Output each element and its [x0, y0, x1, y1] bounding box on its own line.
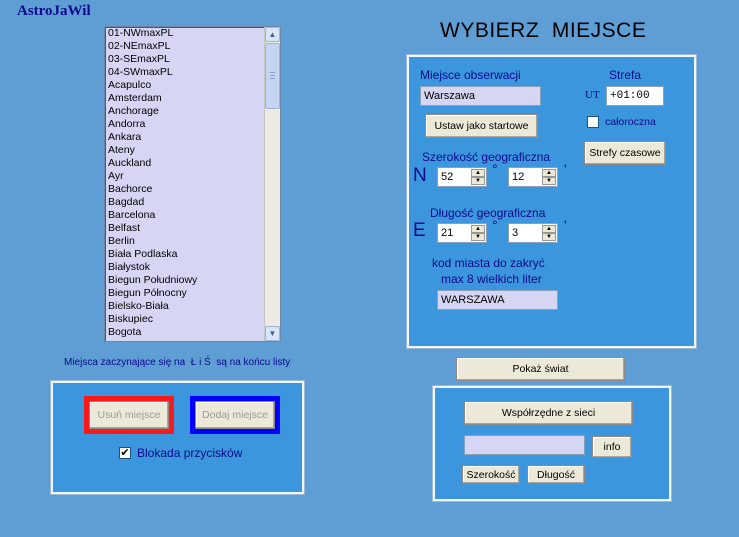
scroll-down-icon[interactable]: ▼	[265, 326, 280, 341]
list-item[interactable]: Biegun Północny	[108, 287, 280, 300]
list-item[interactable]: Acapulco	[108, 79, 280, 92]
lock-buttons-checkbox[interactable]: ✔	[119, 447, 131, 459]
set-start-button[interactable]: Ustaw jako startowe	[425, 114, 538, 138]
list-item[interactable]: 02-NEmaxPL	[108, 40, 280, 53]
list-item[interactable]: Bachorce	[108, 183, 280, 196]
list-scrollbar[interactable]: ▲ ▼	[264, 27, 280, 341]
latitude-degrees-stepper[interactable]: 52 ▲ ▼	[437, 167, 487, 187]
latitude-fetch-button[interactable]: Szerokość	[462, 465, 520, 484]
lock-row: ✔ Blokada przycisków	[119, 446, 242, 460]
list-note-prefix: Miejsca zaczynające się na	[64, 357, 186, 368]
list-controls-panel: Usuń miejsce Dodaj miejsce ✔ Blokada prz…	[51, 381, 304, 494]
place-list-items: 01-NWmaxPL 02-NEmaxPL 03-SEmaxPL 04-SWmaxPL…	[105, 27, 280, 339]
longitude-minutes-stepper[interactable]: 3 ▲ ▼	[508, 223, 558, 243]
ut-label: UT	[585, 89, 600, 101]
scroll-up-icon[interactable]: ▲	[265, 27, 280, 42]
spin-up-icon[interactable]: ▲	[471, 169, 485, 177]
list-item[interactable]: Amsterdam	[108, 92, 280, 105]
info-button[interactable]: info	[592, 436, 632, 458]
city-code-input[interactable]: WARSZAWA	[437, 290, 558, 310]
list-item[interactable]: Andorra	[108, 118, 280, 131]
spin-up-icon[interactable]: ▲	[471, 225, 485, 233]
spin-down-icon[interactable]: ▼	[471, 177, 485, 185]
list-item[interactable]: Auckland	[108, 157, 280, 170]
spin-down-icon[interactable]: ▼	[542, 233, 556, 241]
latitude-label: Szerokość geograficzna	[422, 150, 551, 164]
list-item[interactable]: Biegun Południowy	[108, 274, 280, 287]
add-place-button[interactable]: Dodaj miejsce	[195, 401, 275, 429]
list-note-suffix: są na końcu listy	[216, 357, 291, 368]
list-item[interactable]: Barcelona	[108, 209, 280, 222]
list-item[interactable]: Biskupiec	[108, 313, 280, 326]
list-item[interactable]: Anchorage	[108, 105, 280, 118]
remove-button-frame: Usuń miejsce	[84, 396, 174, 434]
list-note: Miejsca zaczynające się na Ł i Ś są na k…	[64, 357, 290, 368]
latitude-degree-symbol: °	[492, 161, 498, 177]
list-item[interactable]: Ankara	[108, 131, 280, 144]
spin-down-icon[interactable]: ▼	[542, 177, 556, 185]
observation-panel: Miejsce obserwacji Warszawa Ustaw jako s…	[407, 55, 696, 348]
zone-label: Strefa	[609, 68, 642, 82]
page-heading: WYBIERZ MIEJSCE	[440, 19, 647, 42]
longitude-degree-symbol: °	[492, 217, 498, 233]
add-button-frame: Dodaj miejsce	[190, 396, 280, 434]
zone-input[interactable]: +01:00	[606, 86, 664, 106]
coords-from-net-button[interactable]: Współrzędne z sieci	[464, 401, 633, 425]
longitude-label: Długość geograficzna	[430, 206, 546, 220]
place-input[interactable]: Warszawa	[420, 86, 541, 106]
list-item[interactable]: Ateny	[108, 144, 280, 157]
place-label: Miejsce obserwacji	[420, 68, 521, 82]
latitude-hemisphere: N	[413, 165, 427, 186]
longitude-minute-symbol: '	[564, 217, 567, 233]
list-item[interactable]: Biała Podlaska	[108, 248, 280, 261]
city-code-label-line2: max 8 wielkich liter	[441, 272, 542, 286]
list-item[interactable]: 04-SWmaxPL	[108, 66, 280, 79]
yearround-checkbox[interactable]	[587, 116, 599, 128]
spin-up-icon[interactable]: ▲	[542, 169, 556, 177]
remove-place-button[interactable]: Usuń miejsce	[89, 401, 169, 429]
longitude-degrees-value: 21	[441, 227, 454, 239]
list-item[interactable]: Berlin	[108, 235, 280, 248]
app-title: AstroJaWil	[17, 3, 91, 19]
longitude-minutes-value: 3	[512, 227, 519, 239]
lock-buttons-label: Blokada przycisków	[137, 446, 243, 460]
city-code-label-line1: kod miasta do zakryć	[432, 256, 545, 270]
yearround-label: całoroczna	[605, 116, 656, 128]
yearround-row: całoroczna	[587, 116, 656, 128]
list-item[interactable]: Bagdad	[108, 196, 280, 209]
list-item[interactable]: Bielsko-Biała	[108, 300, 280, 313]
latitude-minutes-value: 12	[512, 171, 525, 183]
time-zones-button[interactable]: Strefy czasowe	[584, 141, 666, 165]
longitude-degrees-stepper[interactable]: 21 ▲ ▼	[437, 223, 487, 243]
list-item[interactable]: Ayr	[108, 170, 280, 183]
net-query-input[interactable]	[464, 435, 585, 455]
list-item[interactable]: Białystok	[108, 261, 280, 274]
list-item[interactable]: Bogota	[108, 326, 280, 339]
latitude-degrees-value: 52	[441, 171, 454, 183]
latitude-minutes-stepper[interactable]: 12 ▲ ▼	[508, 167, 558, 187]
longitude-hemisphere: E	[413, 220, 426, 241]
show-world-button[interactable]: Pokaż świat	[456, 357, 625, 381]
scrollbar-thumb[interactable]	[265, 43, 280, 109]
spin-up-icon[interactable]: ▲	[542, 225, 556, 233]
place-listbox[interactable]: 01-NWmaxPL 02-NEmaxPL 03-SEmaxPL 04-SWmaxPL…	[104, 26, 281, 342]
latitude-minute-symbol: '	[564, 161, 567, 177]
longitude-fetch-button[interactable]: Długość	[527, 465, 585, 484]
list-item[interactable]: 03-SEmaxPL	[108, 53, 280, 66]
list-item[interactable]: Belfast	[108, 222, 280, 235]
spin-down-icon[interactable]: ▼	[471, 233, 485, 241]
list-item[interactable]: 01-NWmaxPL	[108, 27, 280, 40]
network-coords-panel: Współrzędne z sieci info Szerokość Długo…	[433, 386, 671, 501]
list-note-letters: Ł i Ś	[190, 357, 211, 368]
